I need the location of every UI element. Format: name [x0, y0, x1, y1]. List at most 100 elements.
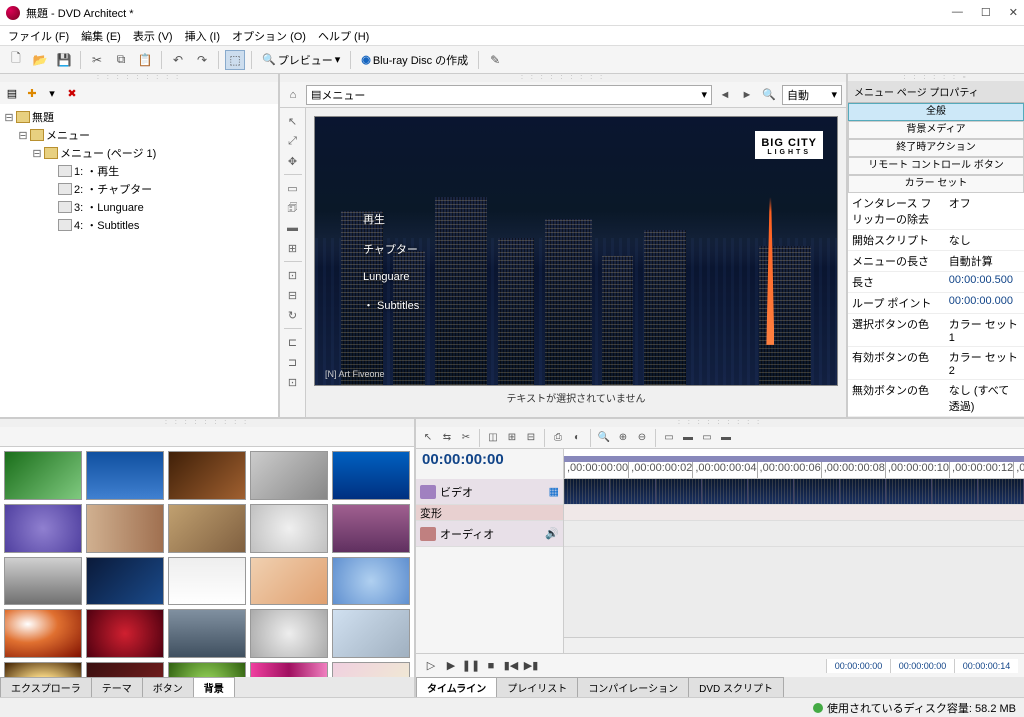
tl-tab-playlist[interactable]: プレイリスト — [496, 677, 578, 697]
video-clip[interactable] — [656, 479, 702, 504]
gallery-thumb[interactable] — [4, 504, 82, 553]
save-icon[interactable]: 💾 — [54, 50, 74, 70]
gallery-thumb[interactable] — [86, 662, 164, 677]
gallery-thumb[interactable] — [332, 504, 410, 553]
tree-item[interactable]: 2: ・チャプター — [4, 180, 274, 198]
gallery-thumb[interactable] — [250, 557, 328, 606]
tl-tool-icon[interactable]: ▬ — [718, 430, 734, 446]
paste-icon[interactable]: 📋 — [135, 50, 155, 70]
video-track[interactable] — [564, 479, 1024, 505]
maximize-button[interactable]: ☐ — [981, 6, 991, 19]
menu-item[interactable]: ・ Subtitles — [363, 297, 419, 313]
gallery-thumb[interactable] — [4, 662, 82, 677]
menu-dropdown[interactable]: ▤ メニュー▾ — [306, 85, 712, 105]
gallery-thumb[interactable] — [332, 451, 410, 500]
property-row[interactable]: 長さ00:00:00.500 — [848, 272, 1024, 293]
video-clip[interactable] — [564, 479, 610, 504]
property-row[interactable]: 有効ボタンの色カラー セット 2 — [848, 347, 1024, 380]
close-button[interactable]: ✕ — [1009, 6, 1018, 19]
tl-tool-icon[interactable]: ↖ — [420, 430, 436, 446]
tl-tool-icon[interactable]: ◐ — [569, 430, 585, 446]
tree-item[interactable]: 1: ・再生 — [4, 162, 274, 180]
select-icon[interactable]: ▭ — [284, 179, 302, 197]
open-icon[interactable]: 📂 — [30, 50, 50, 70]
menu-insert[interactable]: 挿入 (I) — [185, 28, 220, 44]
tree-item[interactable]: 3: ・Lunguare — [4, 198, 274, 216]
video-clip[interactable] — [794, 479, 840, 504]
minimize-button[interactable]: — — [952, 6, 963, 19]
gallery-thumb[interactable] — [4, 609, 82, 658]
copy-icon[interactable]: ⧉ — [111, 50, 131, 70]
vlayout-icon[interactable]: ⊐ — [284, 353, 302, 371]
tl-tool-icon[interactable]: ⎙ — [550, 430, 566, 446]
play-from-start-icon[interactable]: ▷ — [422, 657, 440, 675]
tl-tool-icon[interactable]: ✂ — [458, 430, 474, 446]
gallery-thumb[interactable] — [86, 504, 164, 553]
pointer-icon[interactable]: ↖ — [284, 112, 302, 130]
property-row[interactable]: 選択ボタンの色カラー セット 1 — [848, 314, 1024, 347]
play-icon[interactable]: ▶ — [442, 657, 460, 675]
video-clip[interactable] — [886, 479, 932, 504]
tl-tool-icon[interactable]: ▬ — [680, 430, 696, 446]
gallery-thumb[interactable] — [168, 609, 246, 658]
prev-icon[interactable]: ▮◀ — [502, 657, 520, 675]
gallery-tab-background[interactable]: 背景 — [193, 677, 235, 697]
undo-icon[interactable]: ↶ — [168, 50, 188, 70]
menu-preview[interactable]: BIG CITYLIGHTS 再生 チャプター Lunguare ・ Subti… — [314, 116, 838, 386]
gallery-thumb[interactable] — [250, 662, 328, 677]
pause-icon[interactable]: ❚❚ — [462, 657, 480, 675]
gallery-tab-explorer[interactable]: エクスプローラ — [0, 677, 92, 697]
tl-tool-icon[interactable]: ▭ — [699, 430, 715, 446]
gallery-thumb[interactable] — [86, 451, 164, 500]
stop-icon[interactable]: ■ — [482, 657, 500, 675]
prop-tab-end[interactable]: 終了時アクション — [848, 139, 1024, 157]
timeline-ruler[interactable]: ,00:00:00:00,00:00:00:02,00:00:00:04,00:… — [564, 449, 1024, 479]
gallery-thumb[interactable] — [4, 451, 82, 500]
tl-tool-icon[interactable]: ◫ — [485, 430, 501, 446]
video-track-header[interactable]: ビデオ▦ — [416, 479, 563, 505]
gallery-thumb[interactable] — [168, 662, 246, 677]
video-clip[interactable] — [978, 479, 1024, 504]
video-clip[interactable] — [748, 479, 794, 504]
property-row[interactable]: インタレース フリッカーの除去オフ — [848, 193, 1024, 230]
next-icon[interactable]: ▶▮ — [522, 657, 540, 675]
prop-tab-color[interactable]: カラー セット — [848, 175, 1024, 193]
loop-icon[interactable]: ↻ — [284, 306, 302, 324]
tree-item[interactable]: 4: ・Subtitles — [4, 216, 274, 234]
gallery-thumb[interactable] — [168, 451, 246, 500]
text-icon[interactable]: 🗊 — [284, 199, 302, 217]
gallery-thumb[interactable] — [332, 609, 410, 658]
bluray-button[interactable]: ◉ Blu-ray Disc の作成 — [357, 52, 472, 68]
tl-tool-icon[interactable]: ⊖ — [634, 430, 650, 446]
hlayout-icon[interactable]: ⊏ — [284, 333, 302, 351]
tree-icon[interactable]: ▤ — [4, 85, 20, 101]
search-icon[interactable]: 🔍 — [760, 86, 778, 104]
tl-tool-icon[interactable]: 🔍 — [596, 430, 612, 446]
delete-icon[interactable]: ✖ — [64, 85, 80, 101]
gallery-thumb[interactable] — [250, 451, 328, 500]
gallery-thumb[interactable] — [86, 609, 164, 658]
nav-icon[interactable]: ✥ — [284, 152, 302, 170]
gallery-thumb[interactable] — [4, 557, 82, 606]
audio-track-header[interactable]: オーディオ🔊 — [416, 521, 563, 547]
zoom-select[interactable]: 自動▾ — [782, 85, 842, 105]
tl-tool-icon[interactable]: ⊞ — [504, 430, 520, 446]
snap-icon[interactable]: ⬚ — [225, 50, 245, 70]
prop-tab-general[interactable]: 全般 — [848, 103, 1024, 121]
property-row[interactable]: 無効ボタンの色なし (すべて透過) — [848, 380, 1024, 417]
gallery-thumb[interactable] — [332, 662, 410, 677]
video-clip[interactable] — [840, 479, 886, 504]
preview-button[interactable]: 🔍 プレビュー ▾ — [258, 52, 344, 68]
align-icon[interactable]: ⊞ — [284, 239, 302, 257]
tree-menu[interactable]: ⊟メニュー — [4, 126, 274, 144]
tl-tool-icon[interactable]: ▭ — [661, 430, 677, 446]
timeline-scrollbar[interactable] — [564, 637, 1024, 653]
gallery-thumb[interactable] — [168, 557, 246, 606]
menu-help[interactable]: ヘルプ (H) — [318, 28, 369, 44]
cut-icon[interactable]: ✂ — [87, 50, 107, 70]
menu-item[interactable]: チャプター — [363, 241, 419, 257]
tree-page[interactable]: ⊟メニュー (ページ 1) — [4, 144, 274, 162]
audio-track[interactable] — [564, 521, 1024, 547]
add-icon[interactable]: ✚ — [24, 85, 40, 101]
gallery-tab-theme[interactable]: テーマ — [91, 677, 143, 697]
